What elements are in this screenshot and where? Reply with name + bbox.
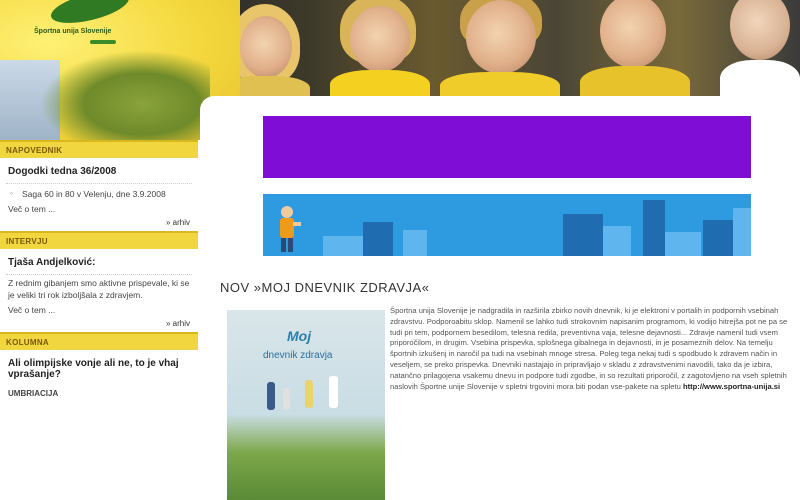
book-cover-image[interactable]: Moj dnevnik zdravja	[227, 310, 385, 500]
archive-link[interactable]: » arhiv	[0, 216, 198, 231]
article-title[interactable]: NOV »MOJ DNEVNIK ZDRAVJA«	[220, 280, 429, 295]
logo-text[interactable]: Športna unija Slovenije	[34, 28, 111, 35]
article-body-text: Športna unija Slovenije je nadgradila in…	[390, 306, 788, 391]
sidebar-heading-napovednik: NAPOVEDNIK	[0, 140, 198, 158]
logo-icon[interactable]	[48, 0, 132, 30]
header-photo	[190, 0, 800, 106]
sidebar-text: Z rednim gibanjem smo aktivne prispevale…	[8, 278, 190, 300]
sidebar-text: UMBRIACIJA	[8, 389, 59, 398]
read-more-link[interactable]: Več o tem ...	[0, 202, 198, 216]
read-more-link[interactable]: Več o tem ...	[0, 303, 198, 317]
sidebar-title[interactable]: Tjaša Andjelković:	[0, 249, 198, 274]
sidebar-event-item[interactable]: Saga 60 in 80 v Velenju, dne 3.9.2008	[0, 184, 198, 202]
sidebar-title[interactable]: Dogodki tedna 36/2008	[0, 158, 198, 183]
person-figure-icon	[280, 206, 301, 252]
banner-ad-purple[interactable]	[263, 116, 751, 178]
sidebar-heading-intervju: INTERVJU	[0, 231, 198, 249]
banner-ad-city[interactable]	[263, 194, 751, 256]
sidebar: NAPOVEDNIK Dogodki tedna 36/2008 Saga 60…	[0, 140, 198, 500]
archive-link[interactable]: » arhiv	[0, 317, 198, 332]
sidebar-heading-kolumna: KOLUMNA	[0, 332, 198, 350]
sidebar-title[interactable]: Ali olimpijske vonje ali ne, to je vhaj …	[0, 350, 198, 386]
article-link[interactable]: http://www.sportna-unija.si	[683, 382, 780, 391]
book-subtitle: dnevnik zdravja	[263, 350, 333, 361]
book-title: Moj	[287, 328, 312, 344]
article-body: Športna unija Slovenije je nadgradila in…	[390, 306, 790, 392]
main-content: NOV »MOJ DNEVNIK ZDRAVJA« Moj dnevnik zd…	[200, 96, 800, 500]
